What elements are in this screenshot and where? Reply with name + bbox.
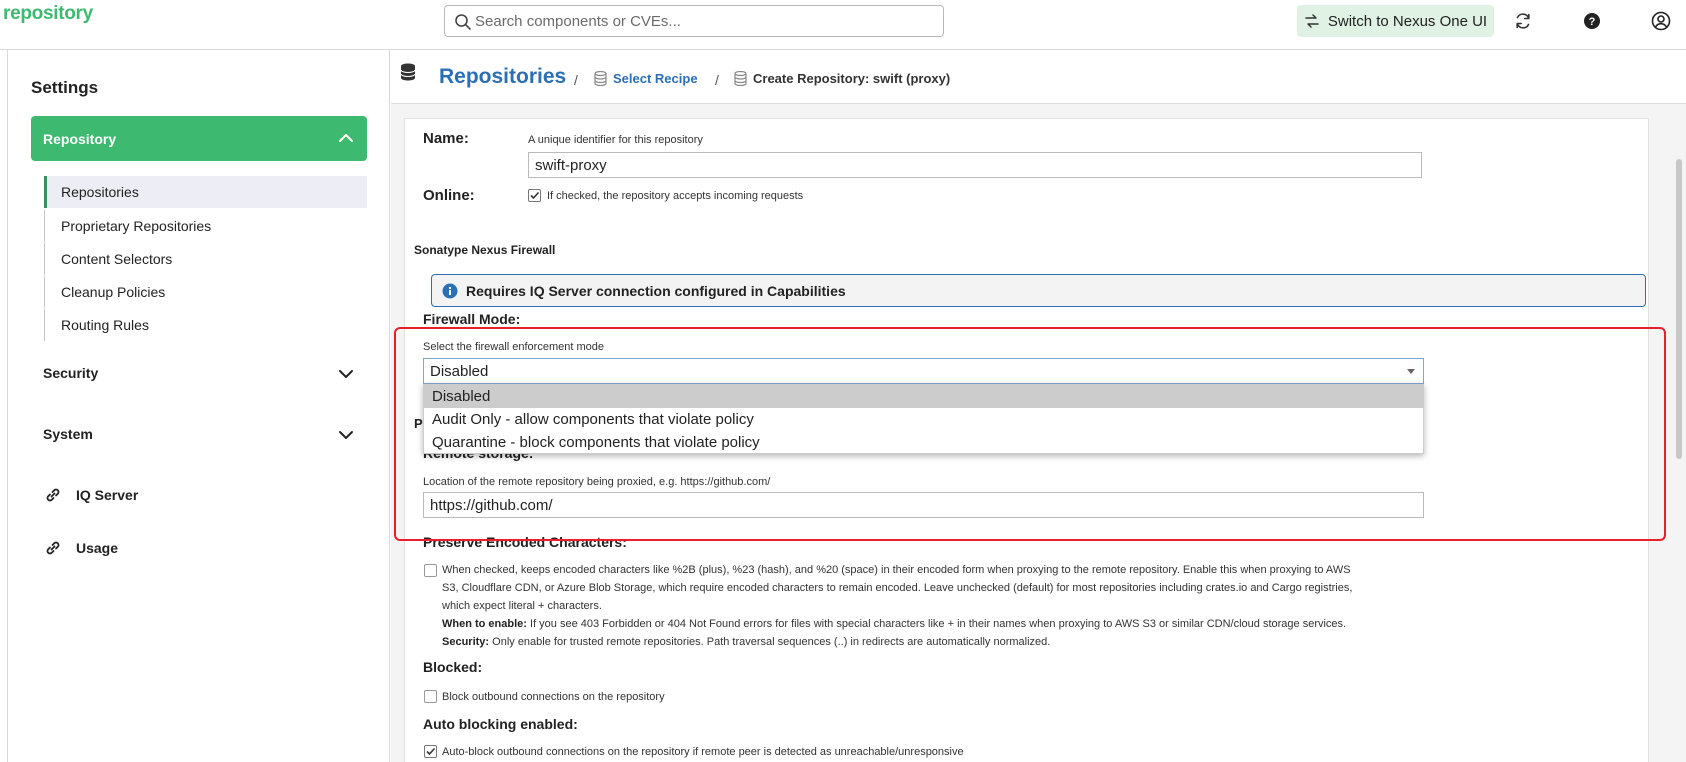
- sidebar-item-routing-rules[interactable]: Routing Rules: [44, 309, 367, 341]
- create-repository-form: Name: A unique identifier for this repos…: [404, 118, 1649, 762]
- checkmark-icon: [426, 747, 436, 756]
- switch-to-nexus-one-button[interactable]: Switch to Nexus One UI: [1297, 5, 1494, 37]
- sidebar-link-iq-server[interactable]: IQ Server: [44, 480, 138, 510]
- breadcrumb: Repositories / Select Recipe / Create Re…: [391, 50, 1686, 104]
- firewall-option-audit-only[interactable]: Audit Only - allow components that viola…: [424, 408, 1423, 431]
- brand-logo[interactable]: repository: [3, 3, 93, 25]
- breadcrumb-separator: /: [715, 72, 719, 88]
- database-icon: [400, 63, 416, 81]
- preserve-encoded-checkbox[interactable]: [424, 564, 437, 577]
- firewall-mode-dropdown: Disabled Audit Only - allow components t…: [423, 384, 1424, 454]
- name-help: A unique identifier for this repository: [528, 134, 703, 146]
- switch-to-nexus-one-label: Switch to Nexus One UI: [1327, 12, 1488, 30]
- checkmark-icon: [530, 191, 540, 200]
- dropdown-caret-icon: [1407, 369, 1415, 374]
- chevron-down-icon: [339, 370, 353, 378]
- search-box[interactable]: [444, 5, 944, 37]
- online-label: Online:: [423, 187, 475, 204]
- sidebar-link-iq-server-label: IQ Server: [76, 487, 139, 503]
- link-icon: [46, 488, 60, 502]
- blocked-checkbox[interactable]: [424, 690, 437, 703]
- page-title[interactable]: Repositories: [439, 65, 566, 89]
- sidebar-group-system-label: System: [43, 426, 93, 442]
- search-input[interactable]: [475, 9, 935, 33]
- firewall-option-quarantine[interactable]: Quarantine - block components that viola…: [424, 431, 1423, 454]
- search-icon: [455, 14, 471, 30]
- breadcrumb-current-label: Create Repository: swift (proxy): [753, 71, 951, 86]
- security-line: Security: Only enable for trusted remote…: [442, 633, 1442, 651]
- user-account-icon[interactable]: [1650, 10, 1672, 32]
- main-content: Repositories / Select Recipe / Create Re…: [391, 50, 1686, 762]
- chevron-down-icon: [339, 431, 353, 439]
- breadcrumb-current: Create Repository: swift (proxy): [734, 71, 950, 86]
- security-text: Only enable for trusted remote repositor…: [492, 636, 1051, 648]
- auto-blocking-label: Auto blocking enabled:: [423, 716, 578, 732]
- sidebar-item-content-selectors[interactable]: Content Selectors: [44, 243, 367, 275]
- help-icon[interactable]: ?: [1581, 10, 1603, 32]
- svg-text:?: ?: [1589, 16, 1596, 28]
- when-to-enable-line: When to enable: If you see 403 Forbidden…: [442, 615, 1442, 633]
- blocked-label: Blocked:: [423, 659, 483, 675]
- sidebar-link-usage[interactable]: Usage: [44, 533, 118, 563]
- swap-arrows-icon: [1305, 14, 1319, 28]
- sidebar-group-system[interactable]: System: [31, 419, 367, 449]
- sidebar-item-proprietary-repositories[interactable]: Proprietary Repositories: [44, 210, 367, 242]
- sidebar-item-repositories[interactable]: Repositories: [44, 176, 367, 208]
- firewall-mode-selected-value: Disabled: [430, 362, 489, 380]
- online-help: If checked, the repository accepts incom…: [547, 190, 804, 202]
- when-to-enable-label: When to enable:: [442, 618, 527, 630]
- sidebar-group-repository-label: Repository: [43, 130, 117, 147]
- vertical-scrollbar[interactable]: [1672, 104, 1686, 762]
- when-to-enable-text: If you see 403 Forbidden or 404 Not Foun…: [530, 618, 1347, 630]
- scrollbar-thumb[interactable]: [1676, 159, 1682, 459]
- auto-blocking-help: Auto-block outbound connections on the r…: [442, 746, 964, 758]
- firewall-mode-help: Select the firewall enforcement mode: [423, 341, 604, 353]
- link-icon: [46, 541, 60, 555]
- refresh-icon[interactable]: [1512, 10, 1534, 32]
- sidebar-group-security-label: Security: [43, 365, 99, 381]
- firewall-info-box: Requires IQ Server connection configured…: [431, 274, 1646, 307]
- sidebar-group-security[interactable]: Security: [31, 358, 367, 388]
- remote-storage-help: Location of the remote repository being …: [423, 476, 771, 488]
- sidebar-group-repository[interactable]: Repository: [31, 116, 367, 161]
- name-label: Name:: [423, 130, 469, 147]
- obscured-field-label: P: [414, 416, 423, 431]
- security-label: Security:: [442, 636, 490, 648]
- database-icon: [594, 71, 607, 86]
- top-bar: repository Switch to Nexus One UI ?: [0, 0, 1686, 50]
- breadcrumb-separator: /: [574, 72, 578, 88]
- preserve-encoded-text-2: S3, Cloudflare CDN, or Azure Blob Storag…: [442, 582, 1353, 594]
- auto-blocking-checkbox[interactable]: [424, 745, 437, 758]
- firewall-mode-select[interactable]: Disabled: [423, 358, 1424, 384]
- sidebar-item-cleanup-policies[interactable]: Cleanup Policies: [44, 276, 367, 308]
- preserve-encoded-label: Preserve Encoded Characters:: [423, 534, 627, 550]
- database-icon: [734, 71, 747, 86]
- name-input[interactable]: [528, 152, 1422, 178]
- preserve-encoded-description: When checked, keeps encoded characters l…: [442, 561, 1442, 651]
- settings-title: Settings: [31, 78, 99, 97]
- blocked-help: Block outbound connections on the reposi…: [442, 691, 665, 703]
- remote-storage-input[interactable]: [423, 492, 1424, 518]
- breadcrumb-select-recipe-label: Select Recipe: [613, 71, 698, 86]
- info-icon: [442, 283, 458, 298]
- firewall-option-disabled[interactable]: Disabled: [424, 385, 1423, 408]
- settings-sidebar: Settings Repository Repositories Proprie…: [7, 50, 390, 762]
- preserve-encoded-text-1: When checked, keeps encoded characters l…: [442, 564, 1351, 576]
- firewall-mode-label: Firewall Mode:: [423, 311, 521, 327]
- preserve-encoded-text-3: which expect literal + characters.: [442, 600, 602, 612]
- firewall-section-title: Sonatype Nexus Firewall: [414, 243, 556, 257]
- sidebar-link-usage-label: Usage: [76, 540, 119, 556]
- chevron-up-icon: [339, 134, 353, 142]
- breadcrumb-select-recipe[interactable]: Select Recipe: [594, 71, 698, 86]
- online-checkbox[interactable]: [528, 189, 541, 202]
- firewall-info-text: Requires IQ Server connection configured…: [466, 282, 846, 299]
